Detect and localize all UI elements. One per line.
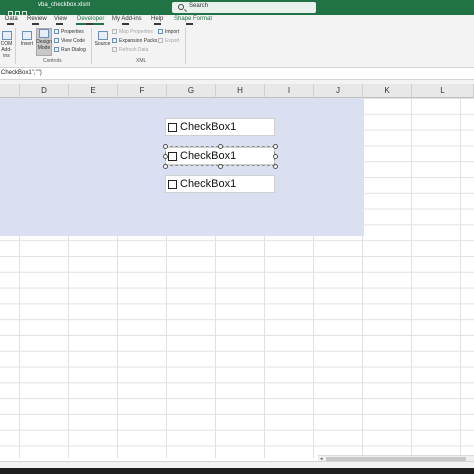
- group-separator: [91, 28, 92, 64]
- column-header-f[interactable]: F: [118, 84, 167, 98]
- tab-view[interactable]: View: [54, 16, 67, 22]
- quick-access-toolbar[interactable]: [8, 3, 32, 16]
- checkbox-control[interactable]: CheckBox1: [165, 118, 275, 136]
- source-label: Source: [94, 41, 111, 47]
- tab-data[interactable]: Data: [5, 16, 18, 22]
- column-header-e[interactable]: E: [69, 84, 118, 98]
- formula-text: CheckBox1",""): [1, 70, 42, 76]
- checkbox-square-icon[interactable]: [168, 123, 177, 132]
- properties-button[interactable]: Properties: [54, 29, 84, 35]
- refresh-data-label: Refresh Data: [119, 47, 149, 53]
- taskbar: [0, 468, 474, 474]
- column-header-d[interactable]: D: [20, 84, 69, 98]
- view-code-button[interactable]: View Code: [54, 38, 85, 44]
- properties-label: Properties: [61, 29, 84, 35]
- map-properties-icon: [112, 29, 117, 34]
- selection-frame: [165, 146, 275, 166]
- checkbox-label: CheckBox1: [180, 178, 237, 190]
- column-header-k[interactable]: K: [363, 84, 412, 98]
- expansion-packs-icon: [112, 38, 117, 43]
- resize-handle[interactable]: [273, 144, 278, 149]
- ribbon: COM Add-ins Insert Design Mode Propertie…: [0, 25, 474, 68]
- import-label: Import: [165, 29, 180, 35]
- refresh-data-icon: [112, 47, 117, 52]
- com-addins-icon: [1, 31, 12, 40]
- com-addins-button[interactable]: COM Add-ins: [0, 31, 13, 59]
- expansion-packs-button[interactable]: Expansion Packs: [112, 38, 157, 44]
- run-dialog-icon: [54, 47, 59, 52]
- export-icon: [158, 38, 163, 43]
- insert-control-button[interactable]: Insert: [19, 31, 35, 47]
- file-name: vba_checkbox.xlsm: [38, 2, 91, 8]
- run-dialog-button[interactable]: Run Dialog: [54, 47, 86, 53]
- map-properties-label: Map Properties: [119, 29, 153, 35]
- xml-source-button[interactable]: Source: [94, 31, 111, 47]
- checkbox-label: CheckBox1: [180, 121, 237, 133]
- resize-handle[interactable]: [218, 164, 223, 169]
- design-mode-label-2: Mode: [37, 45, 51, 51]
- column-header-h[interactable]: H: [216, 84, 265, 98]
- tab-review[interactable]: Review: [27, 16, 47, 22]
- insert-label: Insert: [20, 41, 34, 47]
- column-header-g[interactable]: G: [167, 84, 216, 98]
- xml-source-icon: [97, 31, 108, 40]
- view-code-label: View Code: [61, 38, 86, 44]
- ribbon-tabs: Data Review View Developer My Add-ins He…: [0, 15, 474, 25]
- excel-window: vba_checkbox.xlsm Search Data Review Vie…: [0, 0, 474, 474]
- refresh-data-button[interactable]: Refresh Data: [112, 47, 148, 53]
- tab-help[interactable]: Help: [151, 16, 163, 22]
- export-label: Export: [165, 38, 180, 44]
- tab-developer[interactable]: Developer: [77, 16, 104, 22]
- import-button[interactable]: Import: [158, 29, 179, 35]
- map-properties-button[interactable]: Map Properties: [112, 29, 153, 35]
- checkbox-square-icon[interactable]: [168, 180, 177, 189]
- checkbox-control[interactable]: CheckBox1: [165, 175, 275, 193]
- resize-handle[interactable]: [218, 144, 223, 149]
- column-header-l[interactable]: L: [412, 84, 474, 98]
- xml-group-label: XML: [136, 58, 147, 64]
- insert-controls-icon: [22, 31, 32, 40]
- controls-group-label: Controls: [43, 58, 62, 64]
- view-code-icon: [54, 38, 59, 43]
- resize-handle[interactable]: [163, 154, 168, 159]
- search-icon: [178, 4, 184, 10]
- resize-handle[interactable]: [273, 154, 278, 159]
- search-placeholder: Search: [189, 3, 209, 9]
- design-mode-icon: [39, 29, 49, 38]
- group-separator: [185, 28, 186, 64]
- resize-handle[interactable]: [273, 164, 278, 169]
- tab-shape-format[interactable]: Shape Format: [174, 16, 212, 22]
- run-dialog-label: Run Dialog: [61, 47, 86, 53]
- search-box[interactable]: Search: [172, 2, 316, 13]
- column-header[interactable]: [0, 84, 20, 98]
- column-header-j[interactable]: J: [314, 84, 363, 98]
- com-addins-label-2: Add-ins: [1, 47, 12, 59]
- resize-handle[interactable]: [163, 164, 168, 169]
- import-icon: [158, 29, 163, 34]
- tab-my-addins[interactable]: My Add-ins: [112, 16, 142, 22]
- resize-handle[interactable]: [163, 144, 168, 149]
- column-header-i[interactable]: I: [265, 84, 314, 98]
- title-bar: vba_checkbox.xlsm Search: [0, 0, 474, 16]
- export-button[interactable]: Export: [158, 38, 179, 44]
- expansion-packs-label: Expansion Packs: [119, 38, 158, 44]
- properties-icon: [54, 29, 59, 34]
- formula-bar[interactable]: CheckBox1",""): [0, 68, 474, 80]
- design-mode-button[interactable]: Design Mode: [36, 29, 52, 51]
- group-separator: [15, 28, 16, 64]
